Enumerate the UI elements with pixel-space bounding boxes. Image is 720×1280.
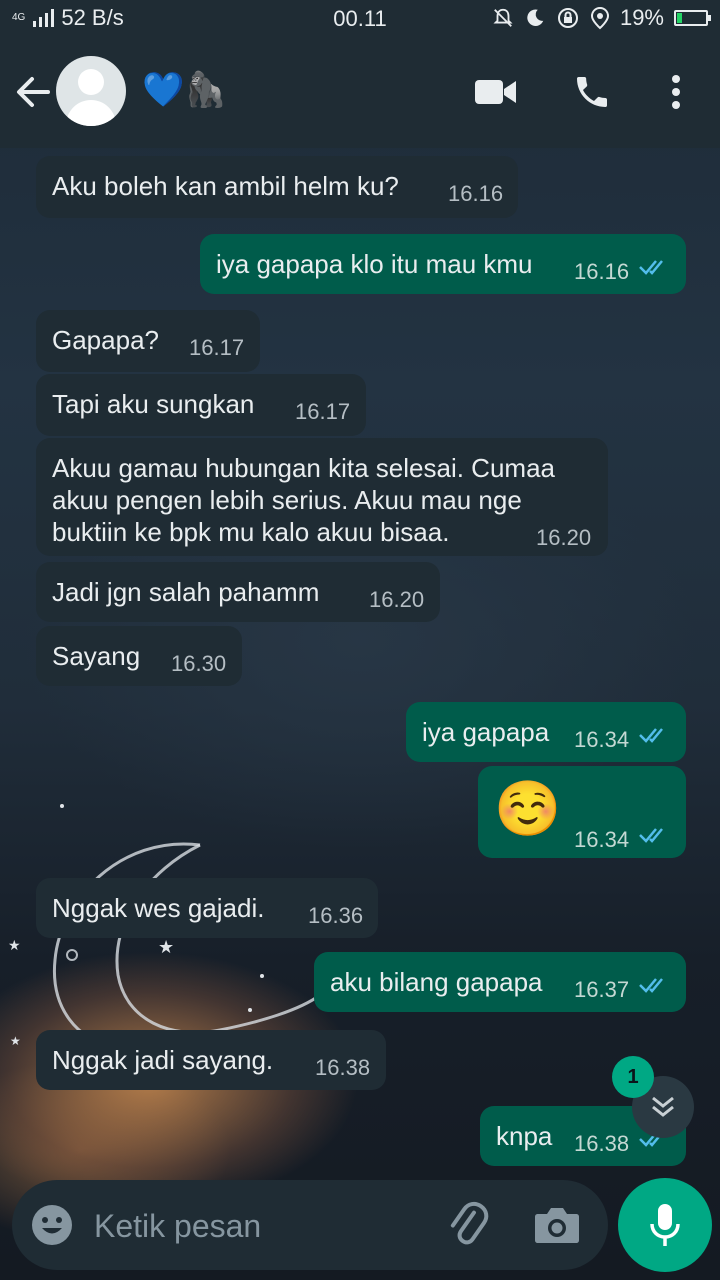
message-time: 16.20 [536, 525, 592, 550]
message-input[interactable] [92, 1200, 436, 1252]
message-time: 16.34 [574, 727, 630, 752]
back-arrow-icon[interactable] [14, 72, 54, 112]
voice-call-button[interactable] [566, 66, 618, 118]
incoming-message[interactable]: Akuu gamau hubungan kita selesai. Cumaa … [36, 438, 608, 556]
chat-header: 💙🦍 [0, 36, 720, 148]
message-time: 16.20 [369, 587, 425, 612]
contact-name[interactable]: 💙🦍 [142, 70, 227, 110]
incoming-message[interactable]: Nggak jadi sayang. 16.38 [36, 1030, 386, 1090]
outgoing-message[interactable]: iya gapapa 16.34 [406, 702, 686, 762]
avatar-head-shape [78, 69, 104, 95]
message-text: Gapapa? [52, 325, 159, 355]
microphone-icon [650, 1204, 680, 1246]
message-composer [12, 1180, 608, 1270]
avatar-body-shape [66, 100, 116, 126]
contact-avatar[interactable] [56, 56, 126, 126]
more-options-button[interactable] [650, 66, 702, 118]
message-emoji: ☺️ [494, 779, 562, 839]
message-text: Nggak jadi sayang. [52, 1045, 274, 1075]
incoming-message[interactable]: Gapapa? 16.17 [36, 310, 260, 372]
incoming-message[interactable]: Nggak wes gajadi. 16.36 [36, 878, 378, 938]
message-time: 16.34 [574, 827, 630, 852]
outgoing-message[interactable]: iya gapapa klo itu mau kmu 16.16 [200, 234, 686, 294]
paperclip-icon[interactable] [442, 1200, 492, 1250]
message-time: 16.17 [189, 335, 245, 360]
message-text: iya gapapa [422, 717, 550, 747]
voice-record-button[interactable] [618, 1178, 712, 1272]
double-check-read-icon [639, 260, 663, 275]
message-text: iya gapapa klo itu mau kmu [216, 249, 533, 279]
double-check-read-icon [639, 978, 663, 993]
message-text: Aku boleh kan ambil helm ku? [52, 171, 399, 201]
battery-icon [674, 10, 711, 26]
do-not-disturb-moon-icon [527, 9, 544, 26]
message-text: Sayang [52, 641, 141, 671]
video-camera-icon [475, 80, 516, 104]
message-text: Nggak wes gajadi. [52, 893, 265, 923]
incoming-message[interactable]: Tapi aku sungkan 16.17 [36, 374, 366, 436]
message-time: 16.16 [574, 259, 630, 284]
message-time: 16.37 [574, 977, 630, 1002]
incoming-message[interactable]: Jadi jgn salah pahamm 16.20 [36, 562, 440, 622]
message-time: 16.30 [171, 651, 227, 676]
status-right: 19% [492, 0, 711, 36]
message-text: aku bilang gapapa [330, 967, 543, 997]
message-text: Akuu gamau hubungan kita selesai. Cumaa … [52, 453, 555, 547]
svg-text:★: ★ [158, 937, 174, 958]
status-bar: 4G 52 B/s 00.11 19% [0, 0, 720, 36]
svg-text:★: ★ [10, 1034, 21, 1048]
rotation-lock-icon [557, 8, 578, 28]
phone-icon [577, 77, 607, 107]
kebab-menu-icon [672, 75, 680, 109]
location-icon [590, 6, 609, 30]
message-time: 16.17 [295, 399, 351, 424]
battery-percent: 19% [619, 5, 664, 30]
message-time: 16.16 [448, 181, 504, 206]
mute-bell-icon [493, 8, 513, 27]
message-text: Tapi aku sungkan [52, 389, 255, 419]
outgoing-message[interactable]: aku bilang gapapa 16.37 [314, 952, 686, 1012]
battery-level [677, 13, 682, 23]
emoji-icon[interactable] [30, 1203, 74, 1247]
svg-text:★: ★ [8, 938, 21, 954]
message-time: 16.38 [574, 1131, 630, 1156]
unread-count-badge[interactable]: 1 [612, 1056, 654, 1098]
video-call-button[interactable] [470, 66, 522, 118]
outgoing-emoji-message[interactable]: ☺️ 16.34 [478, 766, 686, 858]
message-text: Jadi jgn salah pahamm [52, 577, 320, 607]
message-text: knpa [496, 1121, 553, 1151]
double-check-read-icon [639, 828, 663, 843]
incoming-message[interactable]: Aku boleh kan ambil helm ku? 16.16 [36, 156, 518, 218]
double-chevron-down-icon [652, 1096, 674, 1117]
message-time: 16.36 [308, 903, 364, 928]
camera-icon[interactable] [532, 1202, 582, 1248]
double-check-read-icon [639, 728, 663, 743]
incoming-message[interactable]: Sayang 16.30 [36, 626, 242, 686]
message-time: 16.38 [315, 1055, 371, 1080]
